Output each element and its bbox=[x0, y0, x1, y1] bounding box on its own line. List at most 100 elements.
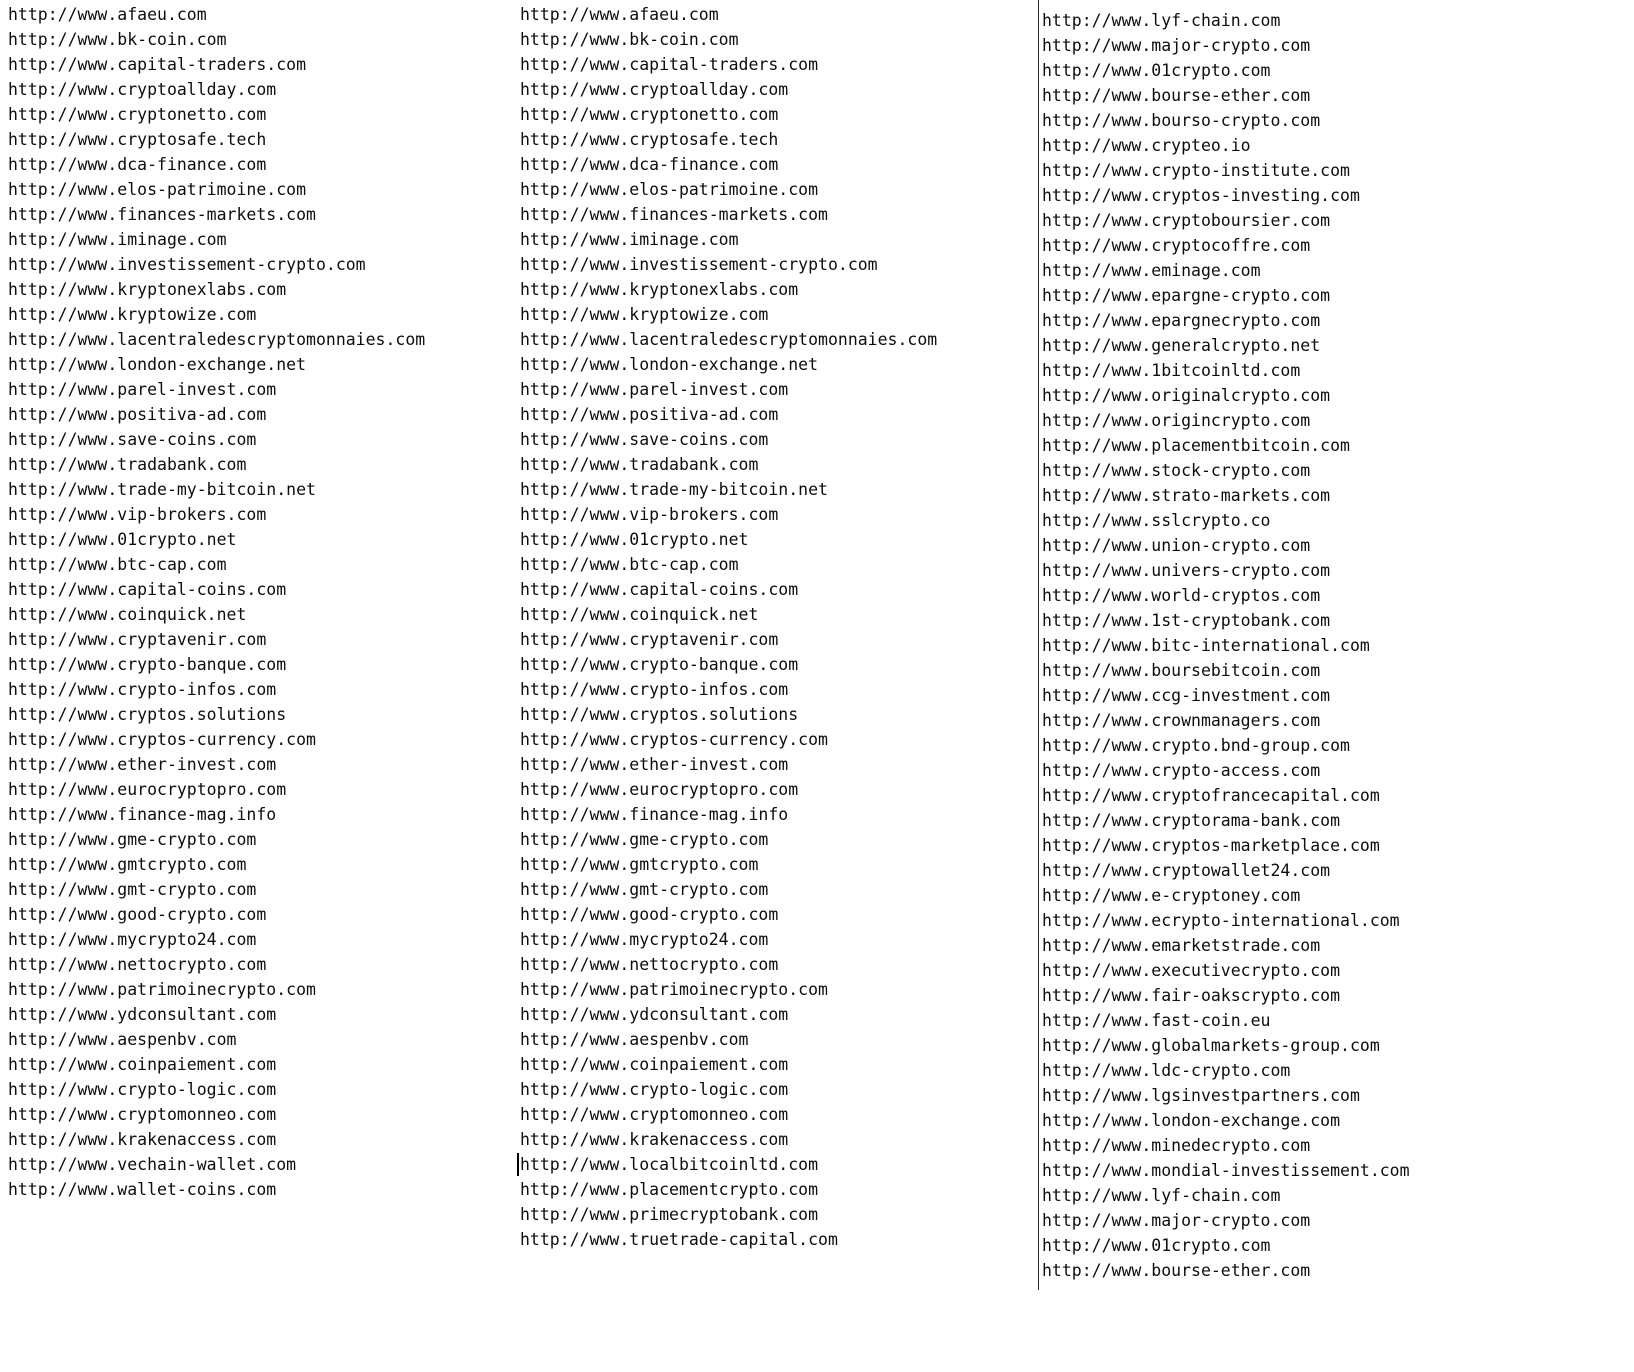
url-line[interactable]: http://www.investissement-crypto.com bbox=[520, 252, 937, 277]
url-line[interactable]: http://www.iminage.com bbox=[520, 227, 937, 252]
url-line[interactable]: http://www.tradabank.com bbox=[8, 452, 425, 477]
url-line[interactable]: http://www.cryptos-currency.com bbox=[8, 727, 425, 752]
url-line[interactable]: http://www.cryptavenir.com bbox=[8, 627, 425, 652]
url-line[interactable]: http://www.parel-invest.com bbox=[8, 377, 425, 402]
url-line[interactable]: http://www.crypto-logic.com bbox=[8, 1077, 425, 1102]
url-line[interactable]: http://www.coinpaiement.com bbox=[520, 1052, 937, 1077]
url-line[interactable]: http://www.bourse-ether.com bbox=[1042, 83, 1410, 108]
url-line[interactable]: http://www.trade-my-bitcoin.net bbox=[8, 477, 425, 502]
url-line[interactable]: http://www.iminage.com bbox=[8, 227, 425, 252]
url-line[interactable]: http://www.lacentraledescryptomonnaies.c… bbox=[8, 327, 425, 352]
url-line[interactable]: http://www.elos-patrimoine.com bbox=[8, 177, 425, 202]
url-line[interactable]: http://www.kryptowize.com bbox=[8, 302, 425, 327]
url-column-2[interactable]: http://www.afaeu.com http://www.bk-coin.c… bbox=[516, 2, 937, 1252]
url-line[interactable]: http://www.cryptofrancecapital.com bbox=[1042, 783, 1410, 808]
url-line[interactable]: http://www.fast-coin.eu bbox=[1042, 1008, 1410, 1033]
url-line[interactable]: http://www.coinquick.net bbox=[520, 602, 937, 627]
url-line[interactable]: http://www.cryptoallday.com bbox=[8, 77, 425, 102]
url-line[interactable]: http://www.mondial-investissement.com bbox=[1042, 1158, 1410, 1183]
url-line[interactable]: http://www.positiva-ad.com bbox=[520, 402, 937, 427]
url-line[interactable]: http://www.save-coins.com bbox=[520, 427, 937, 452]
url-line[interactable]: http://www.major-crypto.com bbox=[1042, 33, 1410, 58]
url-line[interactable]: http://www.generalcrypto.net bbox=[1042, 333, 1410, 358]
url-line[interactable]: http://www.localbitcoinltd.com bbox=[516, 1152, 937, 1177]
url-line[interactable]: http://www.finances-markets.com bbox=[8, 202, 425, 227]
url-line[interactable]: http://www.elos-patrimoine.com bbox=[520, 177, 937, 202]
url-line[interactable]: http://www.eurocryptopro.com bbox=[520, 777, 937, 802]
url-line[interactable]: http://www.cryptos-marketplace.com bbox=[1042, 833, 1410, 858]
url-line[interactable]: http://www.executivecrypto.com bbox=[1042, 958, 1410, 983]
url-line[interactable]: http://www.ether-invest.com bbox=[520, 752, 937, 777]
url-line[interactable]: http://www.e-cryptoney.com bbox=[1042, 883, 1410, 908]
url-line[interactable]: http://www.london-exchange.net bbox=[8, 352, 425, 377]
url-line[interactable]: http://www.cryptos-investing.com bbox=[1042, 183, 1410, 208]
url-line[interactable]: http://www.cryptosafe.tech bbox=[8, 127, 425, 152]
url-line[interactable]: http://www.wallet-coins.com bbox=[8, 1177, 425, 1202]
url-line[interactable]: http://www.mycrypto24.com bbox=[8, 927, 425, 952]
url-line[interactable]: http://www.positiva-ad.com bbox=[8, 402, 425, 427]
url-line[interactable]: http://www.cryptos-currency.com bbox=[520, 727, 937, 752]
url-line[interactable]: http://www.kryptowize.com bbox=[520, 302, 937, 327]
url-line[interactable]: http://www.cryptonetto.com bbox=[520, 102, 937, 127]
url-line[interactable]: http://www.vip-brokers.com bbox=[520, 502, 937, 527]
url-line[interactable]: http://www.01crypto.net bbox=[8, 527, 425, 552]
url-line[interactable]: http://www.ydconsultant.com bbox=[8, 1002, 425, 1027]
url-line[interactable]: http://www.tradabank.com bbox=[520, 452, 937, 477]
url-line[interactable]: http://www.01crypto.com bbox=[1042, 1233, 1410, 1258]
url-line[interactable]: http://www.placementcrypto.com bbox=[520, 1177, 937, 1202]
url-line[interactable]: http://www.lacentraledescryptomonnaies.c… bbox=[520, 327, 937, 352]
url-line[interactable]: http://www.cryptoboursier.com bbox=[1042, 208, 1410, 233]
url-line[interactable]: http://www.01crypto.net bbox=[520, 527, 937, 552]
url-line[interactable]: http://www.finance-mag.info bbox=[520, 802, 937, 827]
url-line[interactable]: http://www.bourse-ether.com bbox=[1042, 1258, 1410, 1283]
url-line[interactable]: http://www.capital-traders.com bbox=[520, 52, 937, 77]
url-line[interactable]: http://www.bourso-crypto.com bbox=[1042, 108, 1410, 133]
url-line[interactable]: http://www.capital-traders.com bbox=[8, 52, 425, 77]
url-line[interactable]: http://www.lyf-chain.com bbox=[1042, 8, 1410, 33]
url-line[interactable]: http://www.globalmarkets-group.com bbox=[1042, 1033, 1410, 1058]
url-line[interactable]: http://www.krakenaccess.com bbox=[520, 1127, 937, 1152]
url-line[interactable]: http://www.crypto-banque.com bbox=[8, 652, 425, 677]
url-line[interactable]: http://www.lyf-chain.com bbox=[1042, 1183, 1410, 1208]
url-line[interactable]: http://www.crypteo.io bbox=[1042, 133, 1410, 158]
url-line[interactable]: http://www.btc-cap.com bbox=[520, 552, 937, 577]
url-line[interactable]: http://www.mycrypto24.com bbox=[520, 927, 937, 952]
url-line[interactable]: http://www.afaeu.com bbox=[520, 2, 937, 27]
url-line[interactable]: http://www.vechain-wallet.com bbox=[8, 1152, 425, 1177]
url-line[interactable]: http://www.ydconsultant.com bbox=[520, 1002, 937, 1027]
url-line[interactable]: http://www.gmtcrypto.com bbox=[8, 852, 425, 877]
url-line[interactable]: http://www.epargne-crypto.com bbox=[1042, 283, 1410, 308]
url-line[interactable]: http://www.eminage.com bbox=[1042, 258, 1410, 283]
url-line[interactable]: http://www.save-coins.com bbox=[8, 427, 425, 452]
url-line[interactable]: http://www.london-exchange.net bbox=[520, 352, 937, 377]
url-line[interactable]: http://www.major-crypto.com bbox=[1042, 1208, 1410, 1233]
url-line[interactable]: http://www.patrimoinecrypto.com bbox=[8, 977, 425, 1002]
url-line[interactable]: http://www.crypto-infos.com bbox=[520, 677, 937, 702]
url-line[interactable]: http://www.cryptos.solutions bbox=[8, 702, 425, 727]
url-line[interactable]: http://www.afaeu.com bbox=[8, 2, 425, 27]
url-line[interactable]: http://www.cryptos.solutions bbox=[520, 702, 937, 727]
url-line[interactable]: http://www.finance-mag.info bbox=[8, 802, 425, 827]
url-line[interactable]: http://www.ldc-crypto.com bbox=[1042, 1058, 1410, 1083]
url-line[interactable]: http://www.coinquick.net bbox=[8, 602, 425, 627]
url-line[interactable]: http://www.1st-cryptobank.com bbox=[1042, 608, 1410, 633]
url-line[interactable]: http://www.ether-invest.com bbox=[8, 752, 425, 777]
url-line[interactable]: http://www.eurocryptopro.com bbox=[8, 777, 425, 802]
url-line[interactable]: http://www.cryptomonneo.com bbox=[8, 1102, 425, 1127]
url-line[interactable]: http://www.crypto-infos.com bbox=[8, 677, 425, 702]
url-line[interactable]: http://www.lgsinvestpartners.com bbox=[1042, 1083, 1410, 1108]
url-column-3[interactable]: http://www.lyf-chain.com http://www.major… bbox=[1042, 8, 1410, 1283]
url-line[interactable]: http://www.parel-invest.com bbox=[520, 377, 937, 402]
url-line[interactable]: http://www.sslcrypto.co bbox=[1042, 508, 1410, 533]
url-line[interactable]: http://www.cryptavenir.com bbox=[520, 627, 937, 652]
url-line[interactable]: http://www.capital-coins.com bbox=[8, 577, 425, 602]
url-column-1[interactable]: http://www.afaeu.com http://www.bk-coin.c… bbox=[8, 2, 425, 1202]
url-line[interactable]: http://www.bitc-international.com bbox=[1042, 633, 1410, 658]
url-line[interactable]: http://www.cryptomonneo.com bbox=[520, 1102, 937, 1127]
url-line[interactable]: http://www.boursebitcoin.com bbox=[1042, 658, 1410, 683]
url-line[interactable]: http://www.originalcrypto.com bbox=[1042, 383, 1410, 408]
url-line[interactable]: http://www.krakenaccess.com bbox=[8, 1127, 425, 1152]
url-line[interactable]: http://www.stock-crypto.com bbox=[1042, 458, 1410, 483]
url-line[interactable]: http://www.gme-crypto.com bbox=[8, 827, 425, 852]
url-line[interactable]: http://www.gme-crypto.com bbox=[520, 827, 937, 852]
